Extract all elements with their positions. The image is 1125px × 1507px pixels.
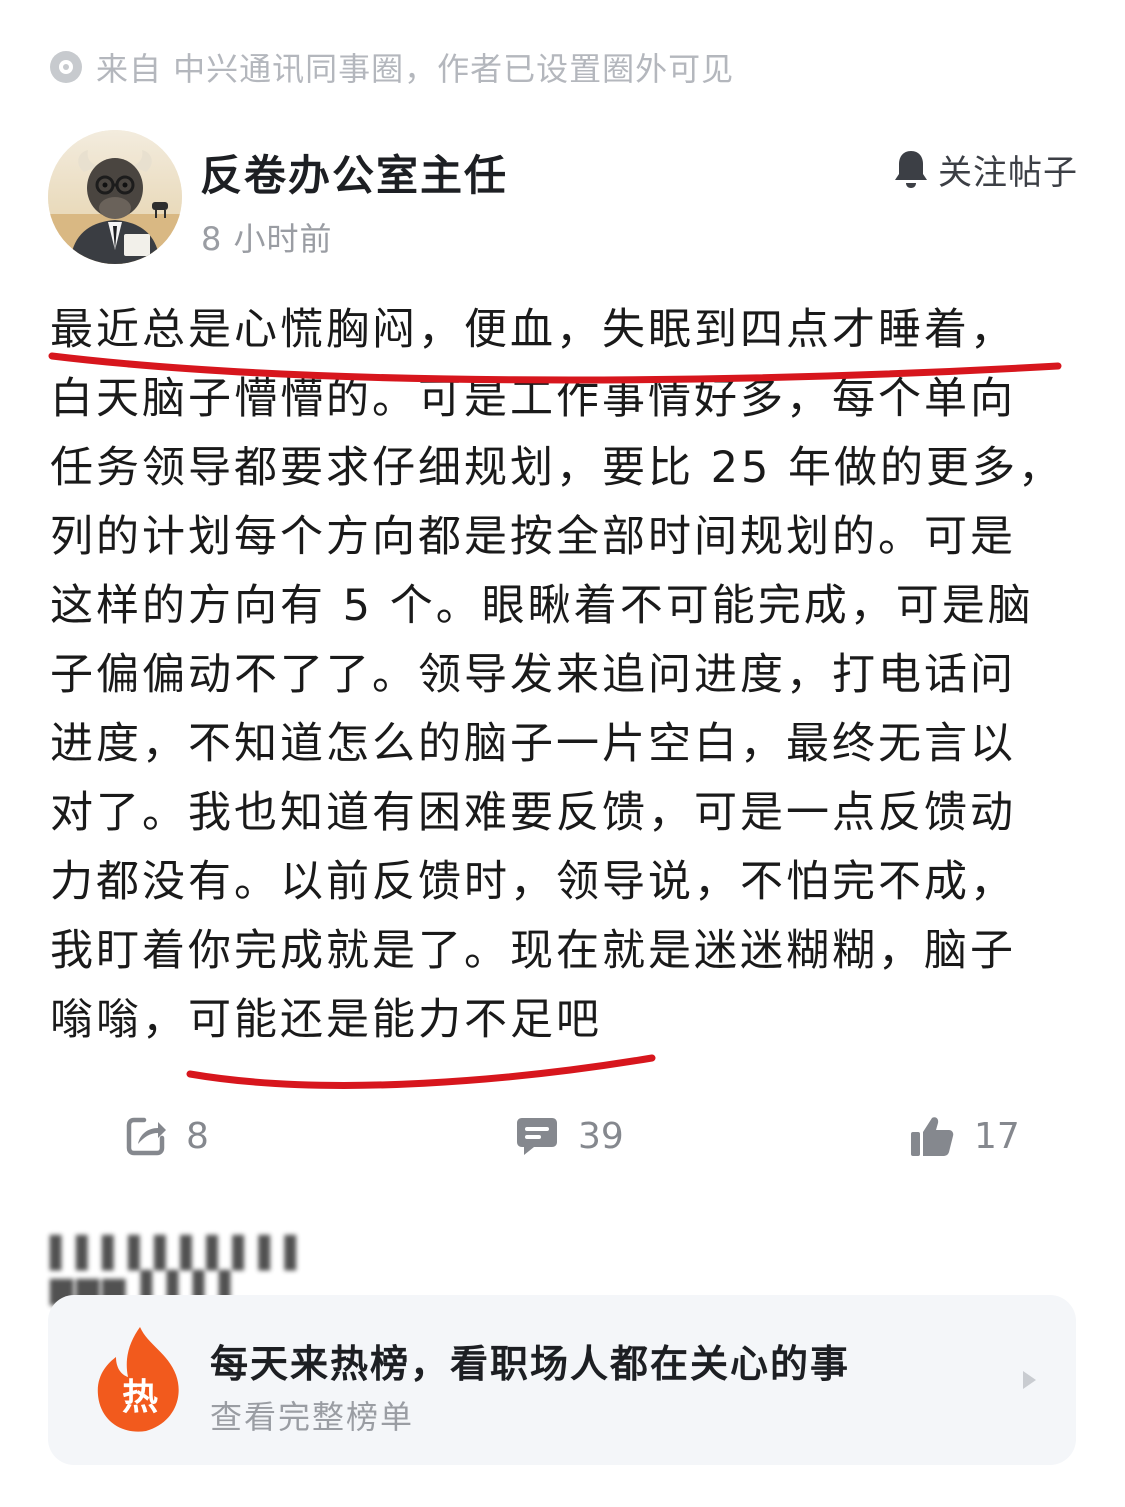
circle-dot-icon (50, 51, 82, 83)
hot-list-subtitle: 查看完整榜单 (210, 1398, 415, 1436)
post-line: 最近总是心慌胸闷，便血，失眠到四点才睡着， (50, 305, 1016, 355)
avatar[interactable] (48, 130, 182, 264)
share-count: 8 (186, 1115, 209, 1157)
hot-badge-text: 热 (122, 1377, 158, 1418)
share-button[interactable]: 8 (124, 1106, 209, 1166)
follow-label: 关注帖子 (938, 152, 1078, 193)
source-text: 来自 中兴通讯同事圈，作者已设置圈外可见 (96, 50, 735, 88)
thumbs-up-icon (911, 1117, 954, 1156)
comment-count: 39 (578, 1115, 624, 1157)
bell-icon (895, 151, 927, 188)
post-line: 力都没有。以前反馈时，领导说，不怕完不成， (50, 857, 1016, 907)
comment-icon (517, 1118, 557, 1155)
comment-button[interactable]: 39 (514, 1106, 624, 1166)
hot-list-card[interactable]: 热 每天来热榜，看职场人都在关心的事 查看完整榜单 (48, 1295, 1076, 1465)
follow-post-button[interactable]: 关注帖子 (892, 144, 1078, 194)
post-line: 我盯着你完成就是了。现在就是迷迷糊糊，脑子 (50, 926, 1016, 976)
red-underline-bottom (186, 1054, 656, 1089)
post-line: 进度，不知道怎么的脑子一片空白，最终无言以 (50, 719, 1016, 769)
post-line: 白天脑子懵懵的。可是工作事情好多，每个单向 (50, 374, 1016, 424)
fire-icon: 热 (90, 1323, 190, 1435)
like-count: 17 (974, 1115, 1020, 1157)
post-line: 这样的方向有 5 个。眼瞅着不可能完成，可是脑 (50, 581, 1034, 631)
post-timestamp: 8 小时前 (201, 220, 333, 258)
post-line: 子偏偏动不了了。领导发来追问进度，打电话问 (50, 650, 1016, 700)
blurred-section-heading: ▌▌▌▌▌▌▌▌▌▌ ▆▆▆ ▌▌▌▌ (50, 1236, 311, 1306)
hot-list-title: 每天来热榜，看职场人都在关心的事 (210, 1342, 851, 1386)
share-icon (126, 1117, 166, 1156)
post-detail-page: 来自 中兴通讯同事圈，作者已设置圈外可见 反卷办公室主任 8 小时前 关注帖子 … (0, 0, 1125, 1507)
bull-avatar-icon (48, 130, 182, 264)
author-header: 反卷办公室主任 8 小时前 关注帖子 (48, 130, 1078, 266)
source-circle-line[interactable]: 来自 中兴通讯同事圈，作者已设置圈外可见 (50, 42, 734, 92)
post-line: 对了。我也知道有困难要反馈，可是一点反馈动 (50, 788, 1016, 838)
post-content: 最近总是心慌胸闷，便血，失眠到四点才睡着， 白天脑子懵懵的。可是工作事情好多，每… (50, 296, 1065, 1055)
post-action-bar: 8 39 17 (0, 1106, 1125, 1166)
author-name[interactable]: 反卷办公室主任 (200, 142, 508, 203)
like-button[interactable]: 17 (908, 1106, 1020, 1166)
post-line: 任务领导都要求仔细规划，要比 25 年做的更多， (50, 443, 1065, 493)
chevron-right-icon (1023, 1371, 1036, 1389)
post-line: 列的计划每个方向都是按全部时间规划的。可是 (50, 512, 1016, 562)
post-line: 嗡嗡，可能还是能力不足吧 (50, 995, 602, 1045)
